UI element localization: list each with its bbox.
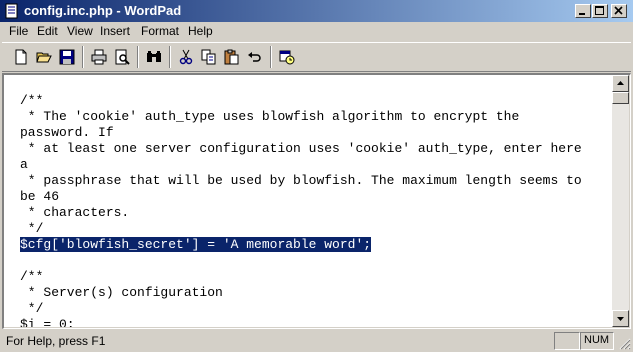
menu-bar: File Edit View Insert Format Help [0, 22, 633, 40]
open-icon [36, 52, 52, 63]
menu-help[interactable]: Help [188, 24, 213, 38]
toolbar [2, 42, 631, 72]
menu-insert[interactable]: Insert [100, 24, 130, 38]
menu-format[interactable]: Format [141, 24, 179, 38]
new-icon [15, 49, 27, 65]
toolbar-separator [169, 46, 171, 68]
cut-icon [179, 49, 193, 65]
maximize-icon [595, 6, 604, 15]
new-button[interactable] [10, 46, 32, 68]
cut-button[interactable] [175, 46, 197, 68]
selected-text[interactable]: $cfg['blowfish_secret'] = 'A memorable w… [20, 237, 372, 252]
status-help-text: For Help, press F1 [6, 334, 106, 348]
scroll-up-button[interactable] [612, 75, 629, 92]
maximize-button[interactable] [592, 4, 608, 18]
copy-icon [201, 49, 216, 65]
status-bar: For Help, press F1 NUM [0, 330, 633, 352]
undo-icon [248, 52, 261, 62]
scroll-down-button[interactable] [612, 310, 629, 327]
wordpad-app-icon[interactable] [4, 3, 20, 19]
window-title: config.inc.php - WordPad [24, 3, 182, 18]
date-time-icon [279, 50, 295, 65]
status-panel-empty [554, 332, 580, 350]
toolbar-separator [137, 46, 139, 68]
text-before-selection: /** * The 'cookie' auth_type uses blowfi… [20, 93, 582, 236]
vertical-scrollbar[interactable] [612, 75, 629, 327]
copy-button[interactable] [198, 46, 220, 68]
print-preview-icon [115, 49, 130, 65]
save-icon [59, 49, 75, 65]
document-text[interactable]: /** * The 'cookie' auth_type uses blowfi… [20, 93, 582, 327]
num-lock-indicator: NUM [580, 332, 614, 350]
arrow-up-icon [617, 81, 624, 85]
menu-edit[interactable]: Edit [37, 24, 58, 38]
resize-grip-icon[interactable] [617, 336, 631, 350]
save-button[interactable] [56, 46, 78, 68]
title-bar[interactable]: config.inc.php - WordPad [0, 0, 633, 22]
arrow-down-icon [617, 317, 624, 321]
text-after-selection: /** * Server(s) configuration */ $i = 0; [20, 269, 223, 327]
toolbar-separator [270, 46, 272, 68]
undo-button[interactable] [244, 46, 266, 68]
open-button[interactable] [33, 46, 55, 68]
scroll-thumb[interactable] [612, 92, 629, 104]
paste-icon [224, 49, 239, 65]
minimize-button[interactable] [575, 4, 591, 18]
wordpad-window: config.inc.php - WordPad File Edit View … [0, 0, 633, 352]
toolbar-separator [82, 46, 84, 68]
print-icon [91, 49, 107, 65]
close-button[interactable] [611, 4, 627, 18]
date-time-button[interactable] [276, 46, 298, 68]
print-button[interactable] [88, 46, 110, 68]
find-button[interactable] [143, 46, 165, 68]
find-icon [147, 51, 161, 62]
print-preview-button[interactable] [111, 46, 133, 68]
minimize-icon [579, 13, 585, 15]
document-area[interactable]: /** * The 'cookie' auth_type uses blowfi… [4, 75, 612, 327]
menu-view[interactable]: View [67, 24, 93, 38]
close-icon [614, 6, 623, 15]
paste-button[interactable] [221, 46, 243, 68]
menu-file[interactable]: File [9, 24, 28, 38]
